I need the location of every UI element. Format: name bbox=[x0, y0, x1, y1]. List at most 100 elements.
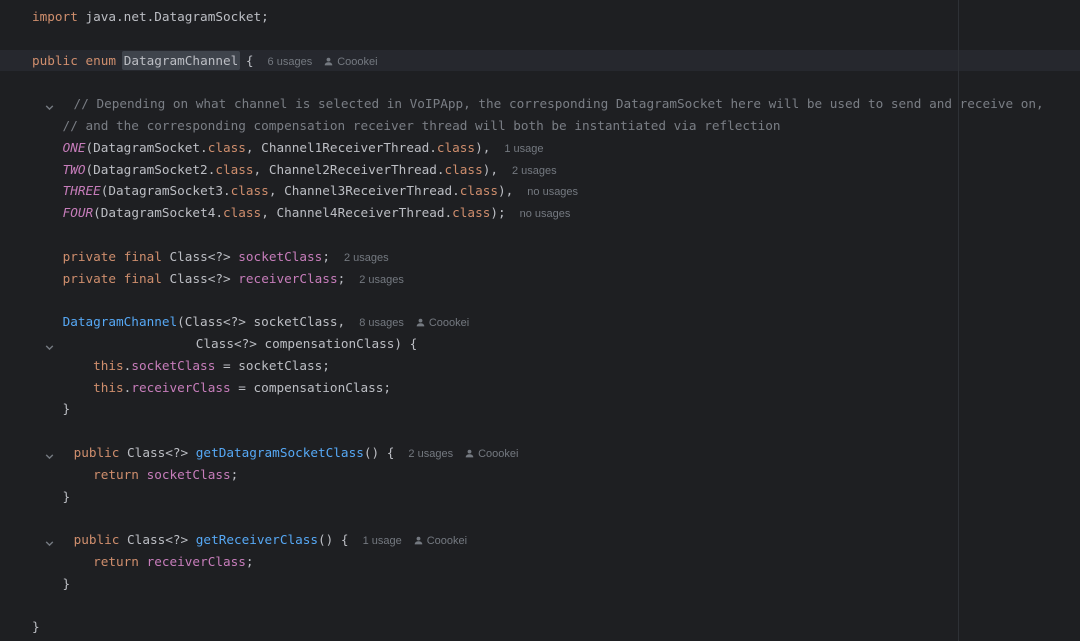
code-token: enum bbox=[85, 53, 116, 68]
code-token: { bbox=[238, 53, 253, 68]
usages-inlay-hint[interactable]: 2 usages bbox=[408, 448, 453, 460]
usages-inlay-hint[interactable]: no usages bbox=[527, 186, 578, 198]
code-token bbox=[116, 249, 124, 264]
code-token: , Channel1ReceiverThread. bbox=[246, 140, 437, 155]
code-token: java.net.DatagramSocket; bbox=[78, 9, 269, 24]
code-line[interactable]: private final Class<?> receiverClass;2 u… bbox=[0, 268, 1080, 290]
code-line[interactable]: } bbox=[0, 573, 1080, 595]
code-line[interactable]: } bbox=[0, 616, 1080, 638]
code-token: , Channel4ReceiverThread. bbox=[261, 205, 452, 220]
code-token bbox=[116, 271, 124, 286]
code-token bbox=[32, 183, 63, 198]
code-line[interactable] bbox=[0, 507, 1080, 529]
code-token: import bbox=[32, 9, 78, 24]
code-token: Class<?> bbox=[119, 532, 195, 547]
code-token: } bbox=[32, 401, 70, 416]
code-line[interactable]: } bbox=[0, 398, 1080, 420]
code-token: THREE bbox=[63, 183, 101, 198]
usages-inlay-hint[interactable]: 6 usages bbox=[268, 56, 313, 68]
code-token: () { bbox=[364, 445, 395, 460]
code-token: class bbox=[445, 162, 483, 177]
code-line[interactable] bbox=[0, 289, 1080, 311]
code-line[interactable]: // Depending on what channel is selected… bbox=[0, 93, 1080, 115]
code-line[interactable]: DatagramChannel(Class<?> socketClass, 8 u… bbox=[0, 311, 1080, 333]
code-token bbox=[139, 467, 147, 482]
code-token: class bbox=[208, 140, 246, 155]
code-token: ); bbox=[490, 205, 505, 220]
code-line[interactable]: public enum DatagramChannel {6 usagesCoo… bbox=[0, 50, 1080, 72]
code-line[interactable] bbox=[0, 224, 1080, 246]
code-token: (DatagramSocket2. bbox=[85, 162, 215, 177]
author-inlay-hint[interactable]: Coookei bbox=[414, 535, 467, 547]
code-token: class bbox=[460, 183, 498, 198]
code-token: private bbox=[63, 271, 116, 286]
usages-inlay-hint[interactable]: 8 usages bbox=[359, 317, 404, 329]
code-line[interactable]: this.socketClass = socketClass; bbox=[0, 355, 1080, 377]
code-line[interactable] bbox=[0, 420, 1080, 442]
code-line[interactable]: ONE(DatagramSocket.class, Channel1Receiv… bbox=[0, 137, 1080, 159]
code-token: private bbox=[63, 249, 116, 264]
code-token: } bbox=[32, 489, 70, 504]
code-line[interactable]: // and the corresponding compensation re… bbox=[0, 115, 1080, 137]
code-token: Class<?> bbox=[119, 445, 195, 460]
code-token bbox=[32, 467, 93, 482]
code-line[interactable]: public Class<?> getDatagramSocketClass()… bbox=[0, 442, 1080, 464]
code-token: () { bbox=[318, 532, 349, 547]
code-token: Class<?> compensationClass) { bbox=[43, 336, 417, 351]
code-token: DatagramChannel bbox=[63, 314, 178, 329]
code-line[interactable]: Class<?> compensationClass) { bbox=[0, 333, 1080, 355]
code-line[interactable]: return receiverClass; bbox=[0, 551, 1080, 573]
code-token: class bbox=[223, 205, 261, 220]
code-token: ; bbox=[246, 554, 254, 569]
usages-inlay-hint[interactable]: 2 usages bbox=[344, 252, 389, 264]
code-token: return bbox=[93, 467, 139, 482]
code-token: socketClass bbox=[147, 467, 231, 482]
code-line[interactable]: return socketClass; bbox=[0, 464, 1080, 486]
code-token: (DatagramSocket3. bbox=[101, 183, 231, 198]
author-inlay-hint[interactable]: Coookei bbox=[416, 317, 469, 329]
code-line[interactable] bbox=[0, 595, 1080, 617]
code-line[interactable]: import java.net.DatagramSocket; bbox=[0, 6, 1080, 28]
code-line[interactable]: private final Class<?> socketClass;2 usa… bbox=[0, 246, 1080, 268]
code-token: this bbox=[93, 380, 124, 395]
code-line[interactable]: THREE(DatagramSocket3. class, Channel3Rec… bbox=[0, 180, 1080, 202]
code-line[interactable] bbox=[0, 28, 1080, 50]
code-token: , Channel3ReceiverThread. bbox=[269, 183, 460, 198]
usages-inlay-hint[interactable]: 2 usages bbox=[512, 165, 557, 177]
code-line[interactable]: TWO(DatagramSocket2.class, Channel2Recei… bbox=[0, 159, 1080, 181]
code-token: ; bbox=[322, 249, 330, 264]
code-token bbox=[32, 554, 93, 569]
code-line[interactable]: public Class<?> getReceiverClass() {1 us… bbox=[0, 529, 1080, 551]
usages-inlay-hint[interactable]: no usages bbox=[520, 208, 571, 220]
code-line[interactable]: this.receiverClass = compensationClass; bbox=[0, 377, 1080, 399]
code-token: (Class<?> socketClass, bbox=[177, 314, 345, 329]
author-inlay-hint[interactable]: Coookei bbox=[324, 56, 377, 68]
code-token: final bbox=[124, 271, 162, 286]
code-token: getDatagramSocketClass bbox=[196, 445, 364, 460]
code-token: // and the corresponding compensation re… bbox=[32, 118, 781, 133]
code-token: public bbox=[74, 532, 120, 547]
code-token: = socketClass; bbox=[215, 358, 330, 373]
usages-inlay-hint[interactable]: 1 usage bbox=[363, 535, 402, 547]
code-token: TWO bbox=[63, 162, 86, 177]
code-token: return bbox=[93, 554, 139, 569]
usages-inlay-hint[interactable]: 1 usage bbox=[504, 143, 543, 155]
code-token: this bbox=[93, 358, 124, 373]
code-token: receiverClass bbox=[147, 554, 246, 569]
code-token: class bbox=[452, 205, 490, 220]
code-token: receiverClass bbox=[131, 380, 230, 395]
code-line[interactable]: } bbox=[0, 486, 1080, 508]
code-line[interactable]: FOUR(DatagramSocket4.class, Channel4Rece… bbox=[0, 202, 1080, 224]
author-inlay-hint[interactable]: Coookei bbox=[465, 448, 518, 460]
code-lines: import java.net.DatagramSocket; public en… bbox=[0, 0, 1080, 638]
code-token: socketClass bbox=[238, 249, 322, 264]
code-token bbox=[32, 162, 63, 177]
code-editor[interactable]: import java.net.DatagramSocket; public en… bbox=[0, 0, 1080, 641]
code-token bbox=[32, 249, 63, 264]
author-icon bbox=[416, 317, 429, 329]
author-icon bbox=[324, 56, 337, 68]
highlighted-identifier: DatagramChannel bbox=[122, 51, 241, 70]
usages-inlay-hint[interactable]: 2 usages bbox=[359, 274, 404, 286]
code-line[interactable] bbox=[0, 71, 1080, 93]
code-token: ), bbox=[483, 162, 498, 177]
